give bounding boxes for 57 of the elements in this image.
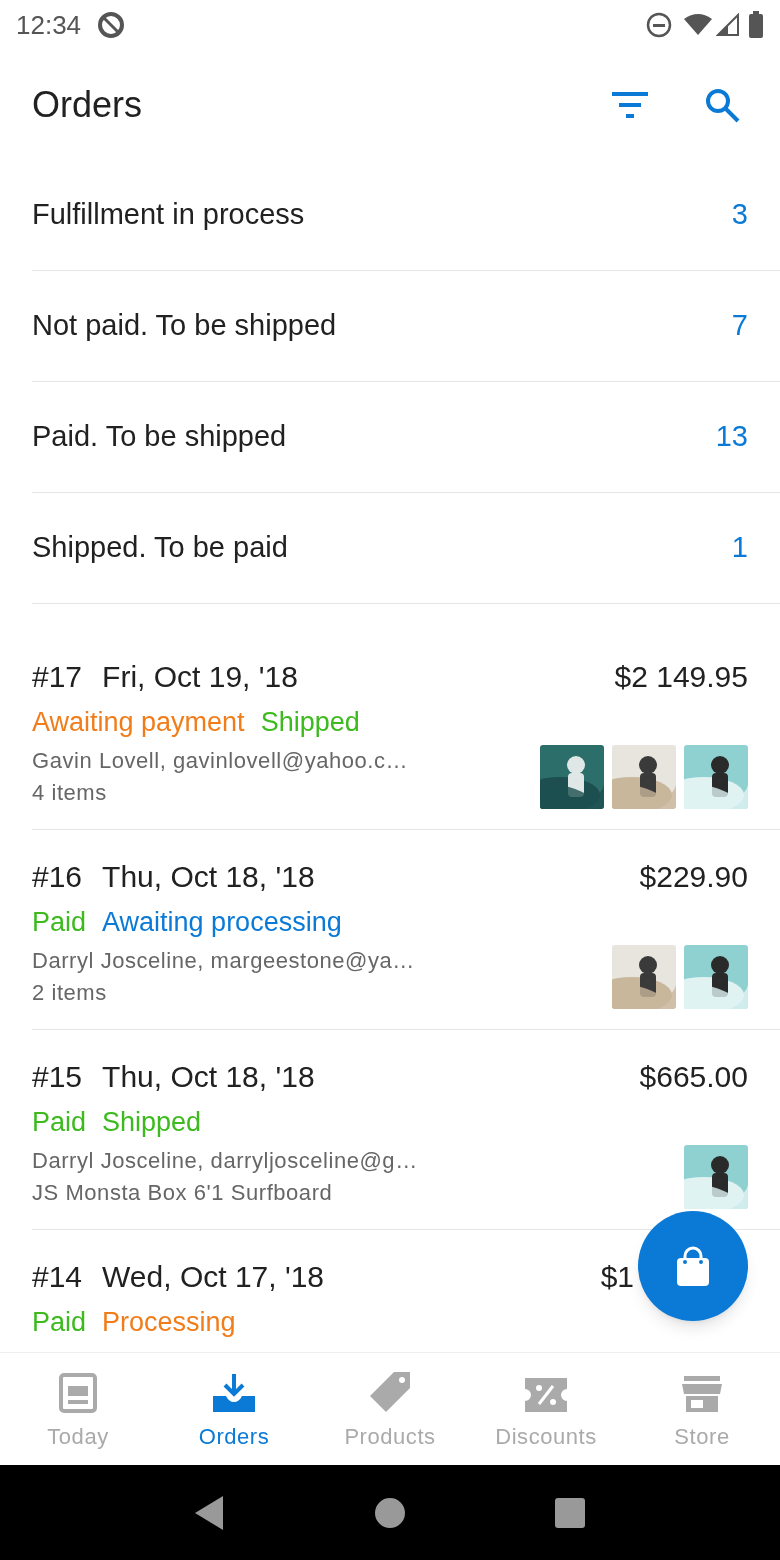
order-total: $1 <box>600 1259 634 1295</box>
wifi-icon <box>684 13 712 37</box>
summary-row[interactable]: Not paid. To be shipped 7 <box>32 271 780 382</box>
order-date: Thu, Oct 18, '18 <box>102 859 315 895</box>
summary-label: Paid. To be shipped <box>32 419 288 455</box>
summary-count: 1 <box>731 530 748 566</box>
search-icon <box>704 87 740 123</box>
order-items: 2 items <box>32 979 108 1007</box>
summary-count: 3 <box>731 197 748 233</box>
order-items: 4 items <box>32 779 108 807</box>
order-number: #15 <box>32 1059 83 1095</box>
summary-label: Fulfillment in process <box>32 197 306 233</box>
home-icon[interactable] <box>375 1497 405 1528</box>
storefront-icon <box>681 1374 723 1414</box>
order-number: #17 <box>32 659 83 695</box>
order-total: $2 149.95 <box>614 659 748 695</box>
summary-count: 13 <box>715 419 748 455</box>
summary-count: 7 <box>731 308 748 344</box>
newspaper-icon <box>58 1372 98 1414</box>
order-status: Paid <box>32 906 87 939</box>
percent-ticket-icon <box>523 1376 569 1414</box>
customer-info: Darryl Josceline, darryljosceline@g… <box>32 1147 419 1175</box>
summary-row[interactable]: Shipped. To be paid 1 <box>32 493 780 604</box>
order-status: Shipped <box>102 1106 202 1139</box>
summary-label: Shipped. To be paid <box>32 530 289 566</box>
filter-icon <box>612 92 648 118</box>
order-status: Shipped <box>260 706 360 739</box>
order-items: JS Monsta Box 6'1 Surfboard <box>32 1179 334 1207</box>
back-icon[interactable] <box>195 1495 225 1530</box>
order-status: Awaiting processing <box>102 906 342 939</box>
customer-info: Darryl Josceline, margeestone@ya… <box>32 947 416 975</box>
order-row[interactable]: #16 Thu, Oct 18, '18 $229.90 Paid Awaiting processing Darryl Josceline, margeestone@ya… 2 items <box>32 830 780 1030</box>
order-date: Fri, Oct 19, '18 <box>102 659 298 695</box>
battery-icon <box>748 11 764 39</box>
do-not-disturb-icon <box>646 12 672 38</box>
order-status: Paid <box>32 1306 87 1339</box>
tag-icon <box>368 1370 412 1414</box>
recents-icon[interactable] <box>555 1497 585 1528</box>
order-date: Thu, Oct 18, '18 <box>102 1059 315 1095</box>
summary-row[interactable]: Paid. To be shipped 13 <box>32 382 780 493</box>
nav-tab[interactable]: Orders <box>156 1353 312 1465</box>
order-total: $229.90 <box>639 859 748 895</box>
order-total: $665.00 <box>639 1059 748 1095</box>
order-date: Wed, Oct 17, '18 <box>102 1259 324 1295</box>
order-status: Paid <box>32 1106 87 1139</box>
order-number: #14 <box>32 1259 83 1295</box>
order-status: Processing <box>102 1306 236 1339</box>
page-title: Orders <box>32 83 143 127</box>
clock: 12:34 <box>16 8 82 42</box>
download-tray-icon <box>211 1372 257 1414</box>
order-row[interactable]: #17 Fri, Oct 19, '18 $2 149.95 Awaiting payment Shipped Gavin Lovell, gavinlovell@yahoo.c… 4 items <box>32 630 780 830</box>
customer-info: Gavin Lovell, gavinlovell@yahoo.c… <box>32 747 410 775</box>
order-number: #16 <box>32 859 83 895</box>
summary-row[interactable]: Fulfillment in process 3 <box>32 160 780 271</box>
signal-icon <box>716 13 740 37</box>
order-status: Awaiting payment <box>32 706 245 739</box>
summary-label: Not paid. To be shipped <box>32 308 338 344</box>
